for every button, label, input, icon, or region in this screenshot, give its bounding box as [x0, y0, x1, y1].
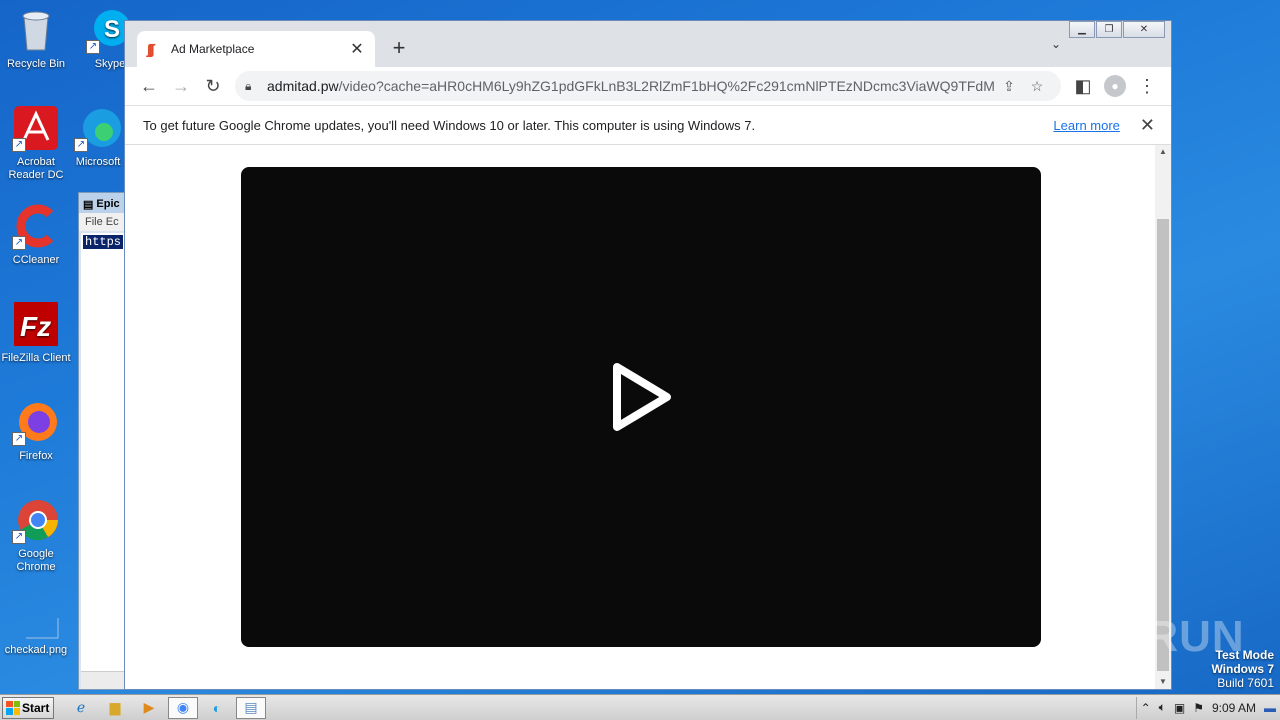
desktop-icon-label: FileZilla Client [1, 352, 71, 364]
taskbar-edge-icon[interactable]: ◐ [202, 697, 232, 719]
page-vscrollbar[interactable]: ▲ ▼ [1155, 145, 1171, 689]
desktop-icon-label: Microsoft [75, 156, 121, 168]
shortcut-arrow-icon: ↗ [12, 432, 26, 446]
notepad-hscrollbar[interactable] [81, 671, 127, 689]
side-panel-icon[interactable]: ◧ [1067, 70, 1099, 102]
acrobat-icon: ↗ [12, 104, 60, 152]
url-text[interactable]: admitad.pw/video?cache=aHR0cHM6Ly9hZG1pd… [267, 78, 995, 94]
bookmark-star-icon[interactable]: ☆ [1023, 78, 1051, 95]
video-player[interactable] [241, 167, 1041, 647]
scroll-down-icon[interactable]: ▼ [1155, 675, 1171, 689]
action-center-flag-icon[interactable]: ⚑ [1193, 701, 1204, 715]
notepad-selected-text: https [83, 235, 124, 249]
play-icon[interactable] [609, 361, 673, 433]
network-icon[interactable]: ▣ [1174, 701, 1185, 715]
taskbar-notepad-icon[interactable]: ▤ [236, 696, 266, 719]
system-tray: ⌃ 🔈︎ ▣ ⚑ 9:09 AM ▬ [1135, 696, 1280, 719]
lock-icon[interactable]: 🔒︎ [245, 79, 267, 94]
clock[interactable]: 9:09 AM [1212, 701, 1256, 715]
forward-arrow-icon[interactable]: → [165, 70, 197, 102]
notepad-text-area[interactable]: https [81, 233, 127, 671]
recycle-bin-icon [12, 6, 60, 54]
shortcut-arrow-icon: ↗ [12, 138, 26, 152]
desktop-icon-label: Firefox [19, 450, 53, 462]
taskbar-explorer-icon[interactable]: ▆ [100, 697, 130, 719]
volume-icon[interactable]: 🔈︎ [1159, 700, 1166, 715]
windows-version-line: Windows 7 [1211, 662, 1274, 676]
window-controls: ▁ ❐ ✕ [1068, 21, 1165, 38]
svg-text:S: S [104, 16, 120, 43]
firefox-icon: ↗ [12, 398, 60, 446]
page-content: ▲ ▼ [125, 145, 1171, 689]
desktop-icon-recycle-bin[interactable]: Recycle Bin [0, 6, 72, 71]
url-host: admitad.pw [267, 78, 339, 94]
learn-more-link[interactable]: Learn more [1053, 118, 1119, 133]
update-infobar: To get future Google Chrome updates, you… [125, 105, 1171, 145]
desktop-icon-checkad[interactable]: checkad.png [0, 614, 72, 657]
scroll-thumb[interactable] [1157, 219, 1169, 671]
tab-ad-marketplace[interactable]: ∫∫∫ Ad Marketplace ✕ [137, 31, 375, 67]
notepad-window[interactable]: ▤ Epic File Ec https [78, 192, 128, 690]
taskbar: Start ℯ ▆ ▶ ◉ ◐ ▤ ⌃ 🔈︎ ▣ ⚑ 9:09 AM ▬ [0, 694, 1280, 720]
shortcut-arrow-icon: ↗ [12, 530, 26, 544]
taskbar-chrome-icon[interactable]: ◉ [168, 696, 198, 719]
shortcut-arrow-icon: ↗ [74, 138, 88, 152]
tray-overflow-icon[interactable]: ⌃ [1141, 701, 1151, 715]
desktop-icon-firefox[interactable]: ↗ Firefox [0, 398, 72, 463]
tab-close-icon[interactable]: ✕ [349, 39, 365, 59]
svg-text:Fz: Fz [20, 311, 51, 342]
desktop-icon-ccleaner[interactable]: ↗ CCleaner [0, 202, 72, 267]
test-mode-text: Test Mode Windows 7 Build 7601 [1211, 648, 1274, 690]
desktop-icon-label: Recycle Bin [6, 58, 66, 70]
desktop-icon-label: CCleaner [12, 254, 60, 266]
shortcut-arrow-icon: ↗ [12, 236, 26, 250]
notepad-icon: ▤ [83, 198, 94, 211]
infobar-message: To get future Google Chrome updates, you… [143, 117, 756, 133]
browser-toolbar: ← → ↻ 🔒︎ admitad.pw/video?cache=aHR0cHM6… [125, 67, 1171, 105]
show-desktop-icon[interactable]: ▬ [1264, 701, 1276, 715]
notepad-title: Epic [96, 198, 120, 210]
scroll-up-icon[interactable]: ▲ [1155, 145, 1171, 159]
minimize-icon[interactable]: ▁ [1069, 21, 1095, 38]
tab-strip: ∫∫∫ Ad Marketplace ✕ + ⌄ ▁ ❐ ✕ [125, 21, 1171, 67]
notepad-titlebar[interactable]: ▤ Epic [79, 193, 127, 213]
ccleaner-icon: ↗ [12, 202, 60, 250]
taskbar-media-player-icon[interactable]: ▶ [134, 697, 164, 719]
edge-icon: ↗ [74, 104, 122, 152]
chrome-icon: ↗ [12, 496, 60, 544]
menu-kebab-icon[interactable]: ⋮ [1131, 70, 1163, 102]
desktop-icon-filezilla[interactable]: Fz FileZilla Client [0, 300, 72, 365]
profile-icon[interactable]: ● [1099, 70, 1131, 102]
infobar-close-icon[interactable]: ✕ [1140, 115, 1155, 136]
url-path: /video?cache=aHR0cHM6Ly9hZG1pdGFkLnB3L2R… [338, 78, 995, 94]
restore-icon[interactable]: ❐ [1096, 21, 1122, 38]
build-line: Build 7601 [1217, 676, 1274, 690]
share-icon[interactable]: ⇪ [995, 78, 1023, 95]
desktop-icon-label: Google Chrome [16, 548, 56, 573]
favicon-icon: ∫∫∫ [147, 41, 155, 57]
desktop-icon-chrome[interactable]: ↗ Google Chrome [0, 496, 72, 574]
window-close-icon[interactable]: ✕ [1123, 21, 1165, 38]
shortcut-arrow-icon: ↗ [86, 40, 100, 54]
tab-title: Ad Marketplace [171, 42, 255, 56]
windows-flag-icon [6, 700, 20, 715]
chrome-window: ∫∫∫ Ad Marketplace ✕ + ⌄ ▁ ❐ ✕ ← → ↻ 🔒︎ … [124, 20, 1172, 690]
new-tab-icon[interactable]: + [387, 35, 411, 61]
notepad-menu[interactable]: File Ec [79, 213, 127, 231]
reload-icon[interactable]: ↻ [197, 70, 229, 102]
address-bar[interactable]: 🔒︎ admitad.pw/video?cache=aHR0cHM6Ly9hZG… [235, 71, 1061, 101]
taskbar-ie-icon[interactable]: ℯ [66, 697, 96, 719]
desktop-icon-label: Skype [94, 58, 126, 70]
start-label: Start [22, 700, 50, 715]
start-button[interactable]: Start [2, 696, 54, 719]
image-file-icon [12, 614, 60, 640]
filezilla-icon: Fz [12, 300, 60, 348]
test-mode-line: Test Mode [1215, 648, 1274, 662]
desktop-icon-label: checkad.png [4, 644, 68, 656]
back-arrow-icon[interactable]: ← [133, 70, 165, 102]
tab-search-chevron-icon[interactable]: ⌄ [1051, 37, 1061, 51]
